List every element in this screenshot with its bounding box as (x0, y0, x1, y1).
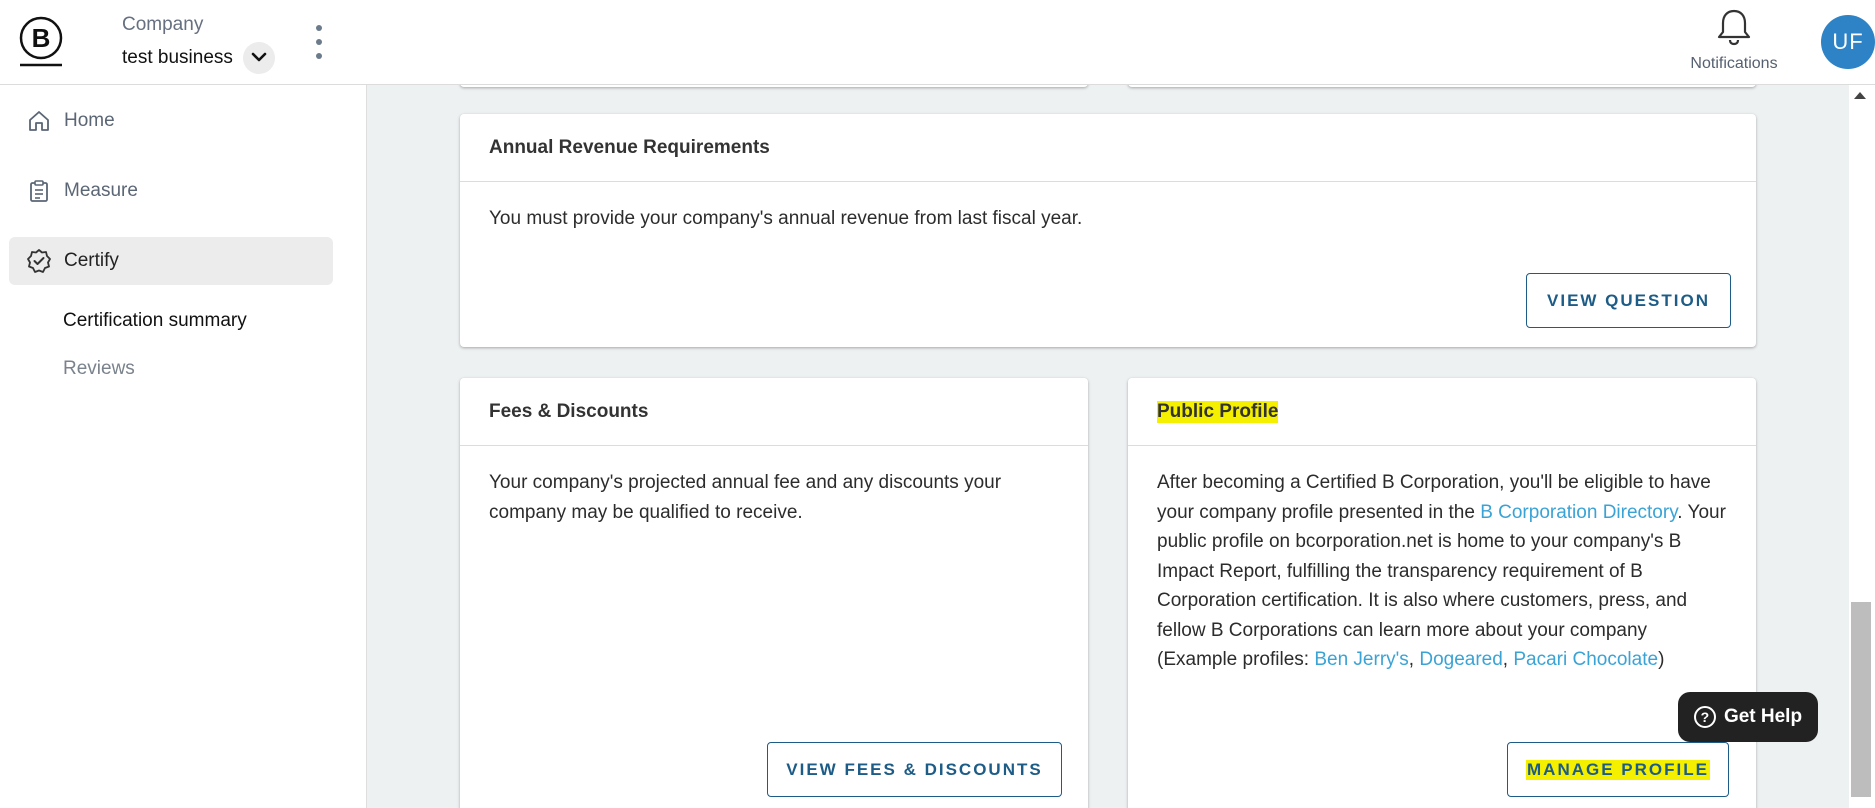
scroll-up-arrow-icon[interactable] (1854, 92, 1866, 99)
card-above-left (460, 85, 1088, 87)
user-avatar[interactable]: UF (1821, 15, 1875, 69)
top-bar: B Company test business Notifications UF (0, 0, 1875, 85)
view-question-button[interactable]: VIEW QUESTION (1526, 273, 1731, 328)
card-body: Your company's projected annual fee and … (489, 472, 1002, 523)
b-corporation-directory-link[interactable]: B Corporation Directory (1480, 502, 1677, 523)
fees-discounts-card: Fees & Discounts Your company's projecte… (460, 378, 1088, 808)
ben-jerrys-link[interactable]: Ben Jerry's (1314, 649, 1408, 670)
company-switcher: Company test business (122, 14, 275, 74)
question-circle-icon: ? (1693, 706, 1716, 728)
notifications-label: Notifications (1690, 55, 1778, 72)
get-help-label: Get Help (1723, 706, 1803, 727)
more-options-icon[interactable] (306, 22, 332, 62)
public-profile-card: Public Profile After becoming a Certifie… (1128, 378, 1756, 808)
sidebar-item-label: Home (64, 110, 115, 131)
sidebar: Home Measure Certify Certification summa… (0, 85, 367, 808)
manage-profile-label: MANAGE PROFILE (1526, 759, 1710, 780)
clipboard-icon (26, 178, 52, 204)
separator-text: , (1502, 649, 1514, 670)
sidebar-item-label: Measure (64, 180, 138, 201)
card-title-text: Public Profile (1157, 400, 1279, 423)
chevron-down-icon (251, 49, 267, 67)
manage-profile-button[interactable]: MANAGE PROFILE (1507, 742, 1729, 797)
home-icon (26, 108, 52, 134)
company-dropdown-button[interactable] (242, 42, 275, 74)
card-body: After becoming a Certified B Corporation… (1128, 446, 1756, 697)
card-title: Public Profile (1128, 378, 1756, 446)
sidebar-item-measure[interactable]: Measure (9, 167, 333, 215)
sidebar-subitem-reviews[interactable]: Reviews (63, 358, 135, 380)
view-fees-discounts-button[interactable]: VIEW FEES & DISCOUNTS (767, 742, 1062, 797)
company-label: Company (122, 14, 204, 35)
sidebar-item-certify[interactable]: Certify (9, 237, 333, 285)
bell-icon (1716, 8, 1752, 51)
pacari-chocolate-link[interactable]: Pacari Chocolate (1513, 649, 1658, 670)
card-title: Annual Revenue Requirements (460, 114, 1756, 182)
card-title: Fees & Discounts (460, 378, 1088, 446)
separator-text: , (1408, 649, 1420, 670)
badge-check-icon (26, 248, 52, 274)
company-name: test business (122, 47, 233, 68)
sidebar-item-home[interactable]: Home (9, 97, 333, 145)
notifications-button[interactable]: Notifications (1680, 8, 1788, 76)
sidebar-subitem-certification-summary[interactable]: Certification summary (63, 310, 247, 332)
get-help-button[interactable]: ? Get Help (1678, 692, 1818, 742)
card-body: You must provide your company's annual r… (489, 208, 1083, 229)
svg-text:B: B (32, 23, 51, 53)
annual-revenue-card: Annual Revenue Requirements You must pro… (460, 114, 1756, 347)
body-text: ) (1658, 649, 1665, 670)
sidebar-item-label: Certify (64, 250, 119, 271)
main-content: Annual Revenue Requirements You must pro… (367, 85, 1849, 808)
b-corp-logo-icon[interactable]: B (18, 16, 64, 68)
card-above-right (1128, 85, 1756, 87)
dogeared-link[interactable]: Dogeared (1419, 649, 1502, 670)
body-text: . Your public profile on bcorporation.ne… (1157, 501, 1726, 671)
scrollbar-thumb[interactable] (1851, 602, 1871, 797)
